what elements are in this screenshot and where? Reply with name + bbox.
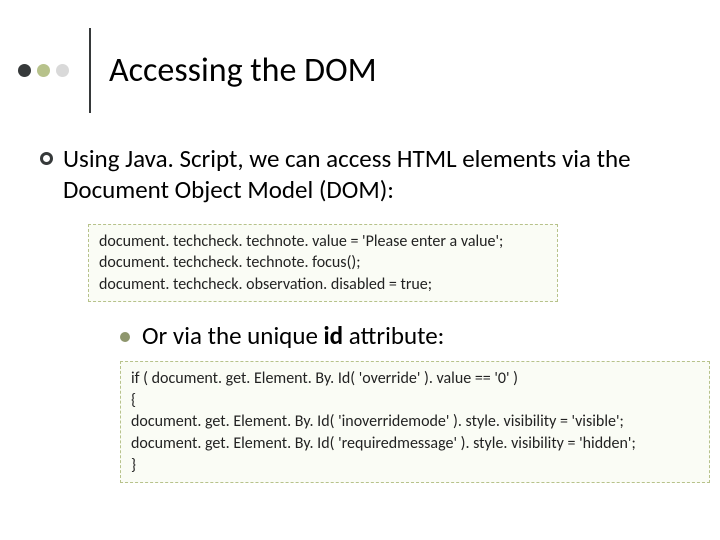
slide-title: Accessing the DOM [109, 50, 377, 91]
slide-content: Using Java. Script, we can access HTML e… [0, 113, 720, 483]
dot-icon [18, 64, 31, 77]
dot-icon [56, 64, 69, 77]
text-post: attribute: [343, 320, 444, 351]
decorative-dots [18, 64, 69, 77]
text-pre: Or via the unique [142, 320, 324, 351]
bullet-item-1: Using Java. Script, we can access HTML e… [40, 143, 684, 206]
ring-bullet-icon [40, 152, 53, 165]
bullet-item-2: Or via the unique id attribute: [120, 320, 684, 351]
dot-icon [37, 64, 50, 77]
disc-bullet-icon [120, 332, 130, 342]
code-block-1: document. techcheck. technote. value = '… [88, 224, 558, 303]
vertical-divider [89, 28, 91, 113]
bullet-text: Or via the unique id attribute: [142, 320, 444, 351]
bullet-text: Using Java. Script, we can access HTML e… [63, 143, 684, 206]
text-bold-id: id [324, 320, 344, 351]
slide-header: Accessing the DOM [0, 0, 720, 113]
code-block-2: if ( document. get. Element. By. Id( 'ov… [120, 361, 710, 483]
